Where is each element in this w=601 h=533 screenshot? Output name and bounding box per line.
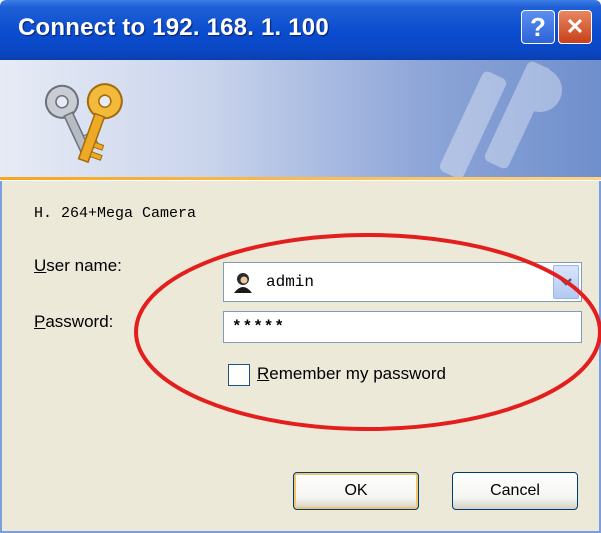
password-label: Password: (34, 312, 114, 331)
login-dialog: Connect to 192. 168. 1. 100 ? ✕ H. 264+M… (0, 0, 601, 533)
banner-divider (0, 177, 601, 180)
help-icon: ? (530, 11, 546, 42)
remember-password-label[interactable]: Remember my password (257, 364, 446, 384)
cancel-label: Cancel (490, 482, 540, 499)
username-dropdown-button[interactable] (553, 265, 579, 299)
cancel-button[interactable]: Cancel (452, 472, 578, 510)
close-button[interactable]: ✕ (558, 10, 592, 44)
close-icon: ✕ (565, 14, 585, 39)
banner (0, 60, 601, 180)
username-label: User name: (34, 256, 122, 275)
password-field[interactable]: ***** (223, 311, 582, 343)
title-bar[interactable]: Connect to 192. 168. 1. 100 ? ✕ (0, 0, 601, 60)
ok-button[interactable]: OK (293, 472, 419, 510)
dialog-title: Connect to 192. 168. 1. 100 (18, 14, 329, 41)
username-combobox[interactable]: admin (223, 262, 582, 302)
username-value: admin (266, 273, 315, 291)
password-value: ***** (232, 318, 286, 336)
user-avatar-icon (232, 271, 254, 293)
realm-text: H. 264+Mega Camera (34, 205, 197, 222)
keys-icon (44, 83, 123, 164)
remember-password-checkbox[interactable] (228, 364, 250, 386)
help-button[interactable]: ? (521, 10, 555, 44)
chevron-down-icon (560, 278, 572, 286)
background-keys-icon (439, 61, 562, 179)
ok-label: OK (344, 482, 368, 499)
